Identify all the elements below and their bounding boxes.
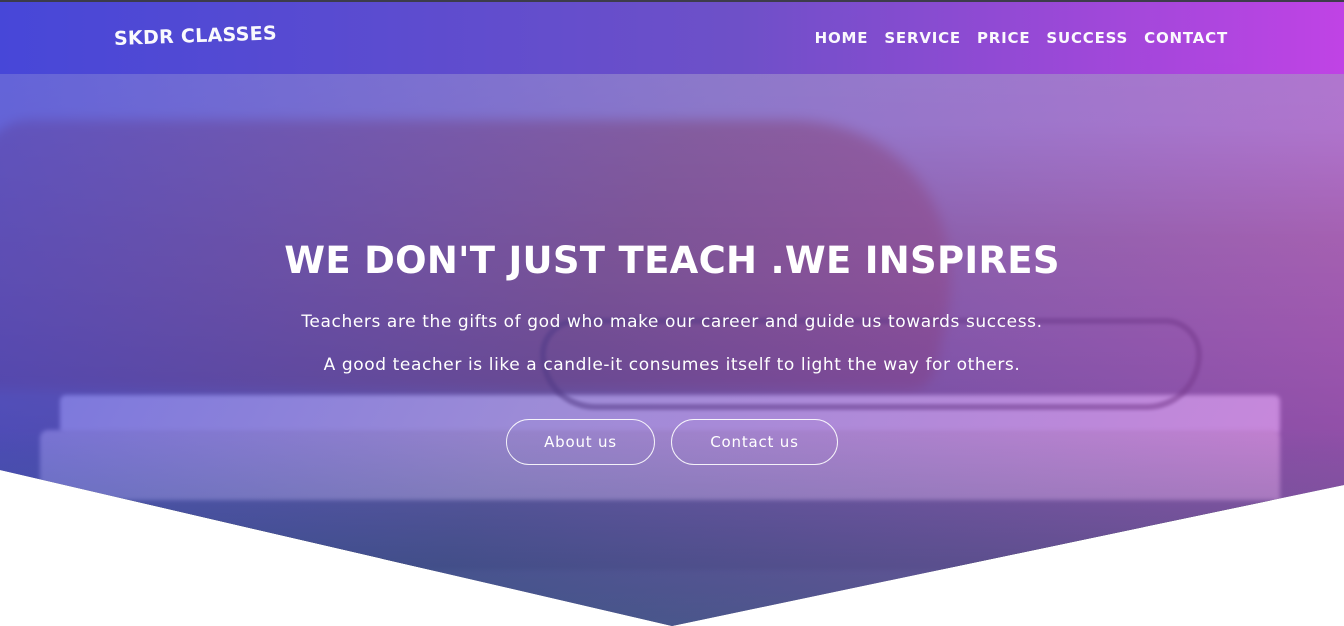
top-navbar: SKDR CLASSES HOME SERVICE PRICE SUCCESS … [0,0,1344,74]
nav-home[interactable]: HOME [815,29,869,47]
hero-section: WE DON'T JUST TEACH .WE INSPIRES Teacher… [0,0,1344,626]
hero-tagline-2: A good teacher is like a candle-it consu… [323,355,1021,375]
nav-success[interactable]: SUCCESS [1046,29,1128,47]
hero-tagline-1: Teachers are the gifts of god who make o… [301,312,1043,332]
hero-title: WE DON'T JUST TEACH .WE INSPIRES [284,239,1060,282]
site-logo[interactable]: SKDR CLASSES [114,22,278,50]
main-nav: HOME SERVICE PRICE SUCCESS CONTACT [815,29,1228,47]
hero-buttons: About us Contact us [0,419,1344,465]
nav-price[interactable]: PRICE [977,29,1030,47]
hero-content: WE DON'T JUST TEACH .WE INSPIRES Teacher… [0,236,1344,375]
nav-contact[interactable]: CONTACT [1144,29,1228,47]
page: WE DON'T JUST TEACH .WE INSPIRES Teacher… [0,0,1344,626]
nav-service[interactable]: SERVICE [884,29,961,47]
about-us-button[interactable]: About us [506,419,655,465]
contact-us-button[interactable]: Contact us [671,419,838,465]
